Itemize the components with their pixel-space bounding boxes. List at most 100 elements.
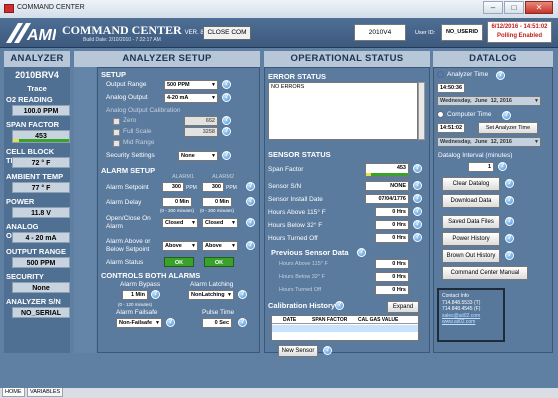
command-center-manual-button[interactable]: Command Center Manual [442, 266, 528, 280]
error-scrollbar[interactable] [418, 82, 425, 140]
alarm-failsafe-select[interactable]: Non-Failsafe ▼ [116, 318, 162, 328]
help-icon[interactable]: ? [413, 207, 422, 216]
expand-button[interactable]: Expand [387, 301, 419, 313]
alarm1-delay-stepper[interactable]: 0 Min [162, 197, 192, 207]
computer-time-radio[interactable] [437, 111, 444, 118]
chevron-down-icon: ▼ [211, 153, 216, 159]
clear-datalog-button[interactable]: Clear Datalog [442, 177, 500, 191]
help-icon[interactable]: ? [505, 217, 514, 226]
alarm2-above-below-select[interactable]: Above ▼ [202, 241, 238, 251]
alarm-bypass-stepper[interactable]: 1 Min [122, 290, 148, 300]
download-data-button[interactable]: Download Data [442, 194, 500, 208]
output-range-setting-label: Output Range [106, 81, 147, 88]
hours-off-label: Hours Turned Off [268, 235, 318, 242]
help-icon[interactable]: ? [413, 194, 422, 203]
alarm-status-label: Alarm Status [106, 259, 144, 266]
column-header-analyzer-info: ANALYZER INFO [4, 51, 70, 80]
help-icon[interactable]: ? [413, 181, 422, 190]
help-icon[interactable]: ? [238, 318, 247, 327]
user-id-field: NO_USERID [441, 24, 483, 41]
sensor-span-value: 453 [365, 163, 409, 177]
help-icon[interactable]: ? [498, 162, 507, 171]
help-icon[interactable]: ? [246, 182, 255, 191]
analyzer-date-field[interactable]: Wednesday, June 12, 2016 ▼ [437, 96, 541, 106]
set-analyzer-time-button[interactable]: Set Analyzer Time [478, 122, 538, 134]
datetime-status: 6/12/2016 - 14:51:02 Polling Enabled [487, 21, 552, 43]
sensor-span-bar [366, 173, 408, 176]
security-settings-select[interactable]: None ▼ [178, 151, 218, 161]
app-icon [4, 4, 14, 13]
help-icon[interactable]: ? [505, 196, 514, 205]
maximize-icon[interactable]: □ [504, 1, 524, 14]
help-icon[interactable]: ? [222, 127, 231, 136]
svg-text:AMI: AMI [26, 27, 56, 44]
brown-out-history-button[interactable]: Brown Out History [442, 249, 500, 263]
close-icon[interactable]: ✕ [525, 1, 553, 14]
analyzer-time-radio[interactable] [437, 71, 444, 78]
alarm2-open-close-select[interactable]: Closed ▼ [202, 218, 238, 228]
alarm-latching-select[interactable]: NonLatching ▼ [188, 290, 234, 300]
alarm-bypass-label: Alarm Bypass [120, 281, 161, 288]
table-row[interactable] [272, 325, 418, 332]
power-history-button[interactable]: Power History [442, 232, 500, 246]
help-icon[interactable]: ? [222, 93, 231, 102]
pulse-time-stepper[interactable]: 0 Sec [202, 318, 232, 328]
alarm1-above-below-select[interactable]: Above ▼ [162, 241, 198, 251]
o2-reading-label: O2 READING [6, 95, 53, 104]
mid-range-checkbox[interactable] [113, 140, 120, 147]
output-range-label: OUTPUT RANGE [6, 247, 66, 256]
full-scale-value-field[interactable]: 3258 [184, 127, 218, 137]
alarm1-open-close-select[interactable]: Closed ▼ [162, 218, 198, 228]
help-icon[interactable]: ? [505, 179, 514, 188]
zero-label: Zero [123, 117, 137, 124]
help-icon[interactable]: ? [505, 234, 514, 243]
output-range-select[interactable]: 500 PPM ▼ [164, 80, 218, 90]
analog-output-value: 4 - 20 mA [12, 232, 70, 243]
controls-both-alarms-title: CONTROLS BOTH ALARMS [101, 271, 201, 280]
help-icon[interactable]: ? [357, 248, 366, 257]
new-sensor-button[interactable]: New Sensor [278, 345, 318, 357]
help-icon[interactable]: ? [505, 251, 514, 260]
col-span-factor: SPAN FACTOR [312, 317, 348, 323]
minimize-icon[interactable]: – [483, 1, 503, 14]
help-icon[interactable]: ? [413, 233, 422, 242]
help-icon[interactable]: ? [246, 241, 255, 250]
help-icon[interactable]: ? [496, 71, 505, 80]
computer-time-field[interactable]: 14:51:02 [437, 123, 465, 133]
tab-variables[interactable]: VARIABLES [27, 388, 64, 397]
zero-value-field[interactable]: 652 [184, 116, 218, 126]
close-com-button[interactable]: CLOSE COM [203, 26, 251, 40]
analog-output-select[interactable]: 4-20 mA ▼ [164, 93, 218, 103]
help-icon[interactable]: ? [222, 116, 231, 125]
help-icon[interactable]: ? [222, 80, 231, 89]
help-icon[interactable]: ? [246, 218, 255, 227]
full-scale-checkbox[interactable] [113, 129, 120, 136]
analyzer-time-field[interactable]: 14:50:36 [437, 83, 465, 93]
span-factor-bar [13, 139, 69, 142]
help-icon[interactable]: ? [246, 197, 255, 206]
help-icon[interactable]: ? [502, 111, 511, 120]
help-icon[interactable]: ? [323, 346, 332, 355]
saved-data-files-button[interactable]: Saved Data Files [442, 215, 500, 229]
alarm1-header: ALARM1 [172, 174, 195, 180]
hours-above-value: 0 Hrs [375, 207, 409, 217]
alarm2-setpoint-field[interactable]: 300 [202, 182, 224, 192]
alarm1-setpoint-field[interactable]: 300 [162, 182, 184, 192]
help-icon[interactable]: ? [222, 151, 231, 160]
help-icon[interactable]: ? [151, 290, 160, 299]
help-icon[interactable]: ? [413, 220, 422, 229]
contact-web-link[interactable]: www.aii02.com [442, 319, 500, 326]
datalog-interval-label: Datalog Interval (minutes) [438, 152, 513, 159]
alarm2-delay-stepper[interactable]: 0 Min [202, 197, 232, 207]
help-icon[interactable]: ? [335, 301, 344, 310]
computer-date-field[interactable]: Wednesday, June 12, 2016 ▼ [437, 137, 541, 147]
help-icon[interactable]: ? [166, 318, 175, 327]
help-icon[interactable]: ? [413, 164, 422, 173]
zero-checkbox[interactable] [113, 118, 120, 125]
tab-home[interactable]: HOME [2, 388, 25, 397]
power-value: 11.8 V [12, 207, 70, 218]
help-icon[interactable]: ? [238, 290, 247, 299]
build-date: Build Date: 2/10/2010 - 7:22:17 AM [83, 37, 161, 43]
datalog-interval-stepper[interactable]: 1 [468, 162, 494, 172]
prev-below-value: 0 Hrs [375, 272, 409, 282]
